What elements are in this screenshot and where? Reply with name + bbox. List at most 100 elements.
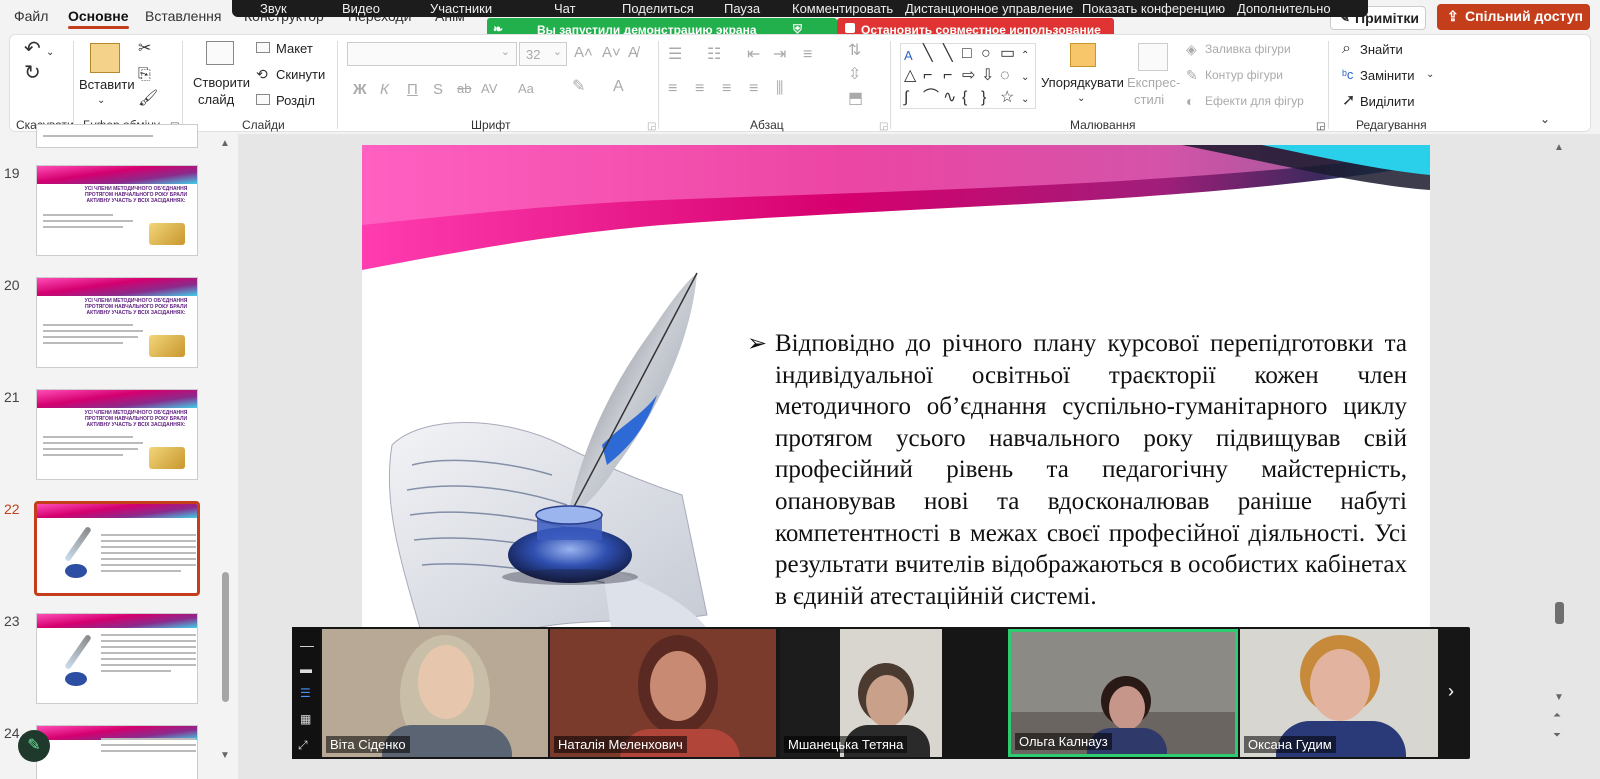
reset-button[interactable]: Скинути xyxy=(276,67,325,82)
underline-button[interactable]: П xyxy=(407,81,418,98)
tab-insert[interactable]: Вставлення xyxy=(145,8,222,24)
new-slide-button[interactable]: Створити xyxy=(193,75,250,90)
strikethrough-button[interactable]: ab xyxy=(457,81,471,96)
chevron-up-icon[interactable]: ⌃ xyxy=(1021,48,1029,64)
increase-indent-icon[interactable]: ⇥ xyxy=(773,47,786,63)
layout-button[interactable]: Макет xyxy=(276,41,313,56)
redo-icon[interactable]: ↻ xyxy=(24,63,41,83)
minimize-icon[interactable]: — xyxy=(300,637,314,653)
quick-styles-button[interactable]: Експрес- xyxy=(1127,75,1180,90)
bullets-icon[interactable]: ☰ xyxy=(668,47,682,63)
text-direction-icon[interactable]: ⇅ xyxy=(848,43,861,59)
star-icon[interactable]: ☆ xyxy=(1000,90,1014,106)
freeform-icon[interactable]: ◌ xyxy=(1000,68,1010,84)
participant-video[interactable]: Оксана Гудим xyxy=(1240,629,1438,757)
chevron-down-icon[interactable]: ⌄ xyxy=(46,45,54,61)
participant-video[interactable]: Віта Сіденко xyxy=(322,629,548,757)
paste-button[interactable]: Вставити xyxy=(79,77,135,92)
zoom-show-meeting-button[interactable]: Показать конференцию xyxy=(1082,1,1225,16)
line-icon[interactable]: ╲ xyxy=(923,46,933,62)
brace-icon[interactable]: } xyxy=(981,90,986,106)
quick-styles-label[interactable]: стилі xyxy=(1134,92,1164,107)
zoom-audio-button[interactable]: Звук xyxy=(260,1,287,16)
arc-icon[interactable]: ⌒ xyxy=(923,90,939,106)
shape-fill-button[interactable]: Заливка фігури xyxy=(1205,42,1291,56)
shapes-gallery[interactable]: A ╲ ╲ □ ○ ▭ △ ⌐ ⌐ ⇨ ⇩ ◌ ∫ ⌒ ∿ { } ☆ ⌃ ⌄ … xyxy=(900,43,1036,109)
single-view-icon[interactable]: ▬ xyxy=(300,661,312,677)
dialog-launcher-icon[interactable]: ◲ xyxy=(647,119,656,135)
zoom-video-button[interactable]: Видео xyxy=(342,1,380,16)
zoom-pause-button[interactable]: Пауза xyxy=(724,1,760,16)
tab-file[interactable]: Файл xyxy=(14,8,48,24)
scroll-up-icon[interactable]: ▲ xyxy=(1554,140,1564,156)
editor-scrollbar-thumb[interactable] xyxy=(1555,602,1564,624)
scroll-up-icon[interactable]: ▲ xyxy=(220,136,230,152)
find-button[interactable]: Знайти xyxy=(1360,42,1403,57)
chevron-down-icon[interactable]: ⌄ xyxy=(97,93,105,109)
rectangle-icon[interactable]: □ xyxy=(962,46,972,62)
cut-icon[interactable]: ✂ xyxy=(138,41,151,57)
connector-icon[interactable]: ⌐ xyxy=(923,68,932,84)
zoom-more-button[interactable]: Дополнительно xyxy=(1237,1,1331,16)
font-name-dropdown[interactable]: ⌄ xyxy=(347,42,517,66)
triangle-icon[interactable]: △ xyxy=(904,68,916,84)
copy-icon[interactable]: ⎘ xyxy=(138,67,151,83)
dialog-launcher-icon[interactable]: ◲ xyxy=(1316,119,1325,135)
previous-slide-icon[interactable]: ⏶ xyxy=(1553,708,1561,724)
collapse-ribbon-icon[interactable]: ⌄ xyxy=(1540,111,1550,127)
change-case-icon[interactable]: Aa xyxy=(518,81,534,97)
zoom-share-button[interactable]: Поделиться xyxy=(622,1,694,16)
slide-thumbnail-selected[interactable] xyxy=(34,501,200,596)
bold-button[interactable]: Ж xyxy=(353,81,367,98)
arrow-right-icon[interactable]: ⇨ xyxy=(962,68,975,84)
chevron-down-icon[interactable]: ⌄ xyxy=(1021,70,1029,86)
line-icon[interactable]: ╲ xyxy=(943,46,953,62)
italic-button[interactable]: К xyxy=(380,81,389,98)
panel-scrollbar-thumb[interactable] xyxy=(222,572,229,702)
curve-icon[interactable]: ∫ xyxy=(904,90,908,106)
align-center-icon[interactable]: ≡ xyxy=(695,81,704,97)
decrease-indent-icon[interactable]: ⇤ xyxy=(747,47,760,63)
replace-button[interactable]: Замінити xyxy=(1360,68,1415,83)
slide-thumbnail[interactable]: УСІ ЧЛЕНИ МЕТОДИЧНОГО ОБ'ЄДНАННЯ ПРОТЯГО… xyxy=(36,389,198,480)
share-button[interactable]: ⇪ Спільний доступ xyxy=(1437,4,1590,30)
participant-video-active[interactable]: Ольга Калнауз xyxy=(1008,629,1238,757)
arrow-down-icon[interactable]: ⇩ xyxy=(981,68,994,84)
next-slide-icon[interactable]: ⏷ xyxy=(1553,728,1561,744)
scroll-down-icon[interactable]: ▼ xyxy=(1554,690,1564,706)
highlight-icon[interactable]: ✎ xyxy=(572,79,585,95)
shrink-font-icon[interactable]: A˅ xyxy=(602,45,621,61)
wave-icon[interactable]: ∿ xyxy=(943,90,956,106)
grow-font-icon[interactable]: A˄ xyxy=(574,45,593,61)
chevron-down-icon[interactable]: ⌄ xyxy=(1426,67,1434,83)
undo-icon[interactable]: ↶ xyxy=(24,39,41,59)
slide-thumbnail[interactable]: УСІ ЧЛЕНИ МЕТОДИЧНОГО ОБ'ЄДНАННЯ ПРОТЯГО… xyxy=(36,277,198,368)
section-button[interactable]: Розділ xyxy=(276,93,315,108)
annotate-pen-button[interactable]: ✎ xyxy=(18,730,50,762)
align-right-icon[interactable]: ≡ xyxy=(722,81,731,97)
smartart-icon[interactable]: ⬒ xyxy=(848,91,863,107)
more-icon[interactable]: ⌄ xyxy=(1021,92,1029,108)
scroll-down-icon[interactable]: ▼ xyxy=(220,748,230,764)
fill-icon[interactable]: ◈ xyxy=(1186,41,1197,57)
tab-home[interactable]: Основне xyxy=(68,8,129,29)
slide-thumbnail[interactable] xyxy=(36,725,198,779)
columns-icon[interactable]: ⫼ xyxy=(776,81,783,97)
select-button[interactable]: Виділити xyxy=(1360,94,1414,109)
chevron-down-icon[interactable]: ⌄ xyxy=(1077,91,1085,107)
brace-icon[interactable]: { xyxy=(962,90,967,106)
paste-icon[interactable] xyxy=(90,43,120,73)
zoom-remote-control-button[interactable]: Дистанционное управление xyxy=(905,1,1073,16)
justify-icon[interactable]: ≡ xyxy=(749,81,758,97)
zoom-chat-button[interactable]: Чат xyxy=(554,1,576,16)
font-color-icon[interactable]: A xyxy=(613,79,624,95)
textbox-icon[interactable]: A xyxy=(904,48,913,64)
numbering-icon[interactable]: ☷ xyxy=(707,47,721,63)
quick-styles-icon[interactable] xyxy=(1138,43,1168,71)
line-spacing-icon[interactable]: ≡ xyxy=(803,47,812,63)
zoom-annotate-button[interactable]: Комментировать xyxy=(792,1,893,16)
align-text-icon[interactable]: ⇳ xyxy=(848,67,861,83)
chevron-right-icon[interactable]: › xyxy=(1448,682,1454,700)
char-spacing-icon[interactable]: AV xyxy=(481,81,497,97)
arrange-button[interactable]: Упорядкувати xyxy=(1041,75,1124,90)
